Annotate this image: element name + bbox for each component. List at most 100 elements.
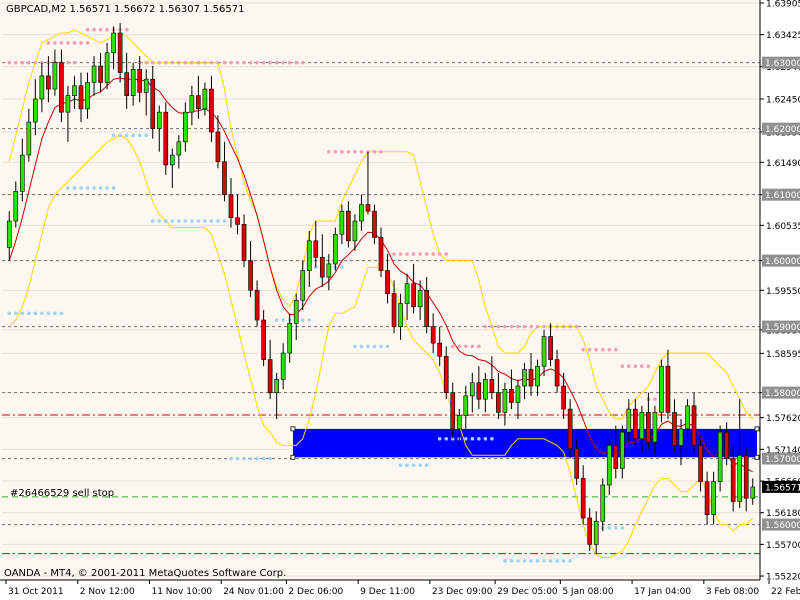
support-dot xyxy=(405,463,409,467)
bear-candle xyxy=(209,88,214,133)
resistance-dot xyxy=(568,324,572,329)
bear-candle xyxy=(743,454,749,499)
bull-candle xyxy=(404,283,410,304)
bull-candle xyxy=(91,65,97,83)
bull-candle xyxy=(300,270,306,301)
resistance-dot xyxy=(66,60,70,65)
resistance-dot xyxy=(418,252,422,256)
support-dot xyxy=(379,344,383,349)
resistance-dot xyxy=(53,41,57,45)
bull-candle xyxy=(483,379,488,400)
level-price-label: 1.56000 xyxy=(765,521,800,531)
support-dot xyxy=(222,219,227,223)
zone-handle xyxy=(290,426,296,432)
bear-candle xyxy=(574,448,579,479)
chart-window[interactable]: 1.639051.634251.629401.624501.619501.614… xyxy=(0,0,800,600)
resistance-dot xyxy=(170,60,175,65)
bear-candle xyxy=(672,412,677,446)
resistance-dot xyxy=(463,344,468,349)
resistance-dot xyxy=(627,364,631,369)
resistance-dot xyxy=(646,364,651,369)
bull-candle xyxy=(280,352,286,380)
resistance-dot xyxy=(144,60,149,65)
resistance-dot xyxy=(437,252,442,256)
support-dot xyxy=(620,526,625,530)
y-tick-label: 1.63425 xyxy=(766,31,800,41)
resistance-dot xyxy=(261,60,266,65)
bear-candle xyxy=(580,478,586,519)
x-tick-label: 31 Oct 2011 xyxy=(8,587,64,597)
support-dot xyxy=(137,133,142,138)
support-dot xyxy=(40,311,44,316)
bear-candle xyxy=(319,257,325,278)
bear-candle xyxy=(567,408,573,449)
resistance-dot xyxy=(633,364,638,369)
bull-candle xyxy=(659,365,664,413)
bull-candle xyxy=(85,82,90,110)
level-price-label: 1.58000 xyxy=(765,389,800,399)
support-dot xyxy=(144,133,149,138)
bear-candle xyxy=(554,359,560,387)
bear-candle xyxy=(509,389,514,403)
bull-candle xyxy=(6,220,12,248)
y-tick-label: 1.63905 xyxy=(766,0,800,9)
price-chart[interactable]: 1.639051.634251.629401.624501.619501.614… xyxy=(0,0,800,600)
symbol-info: GBPCAD,M2 1.56571 1.56672 1.56307 1.5657… xyxy=(6,4,245,15)
bull-candle xyxy=(359,204,364,222)
level-price-label: 1.63000 xyxy=(765,59,800,69)
resistance-dot xyxy=(66,41,70,45)
bear-candle xyxy=(633,408,638,440)
support-dot xyxy=(177,219,181,223)
bear-candle xyxy=(665,365,671,413)
bear-candle xyxy=(646,412,651,443)
bull-candle xyxy=(522,369,527,387)
resistance-dot xyxy=(392,252,396,256)
resistance-dot xyxy=(653,397,657,402)
bear-candle xyxy=(528,369,534,387)
bull-candle xyxy=(13,191,19,222)
zone-handle xyxy=(754,454,760,460)
support-dot xyxy=(353,344,357,349)
x-tick-label: 2 Dec 06:00 xyxy=(288,587,343,597)
resistance-dot xyxy=(105,27,109,32)
bear-candle xyxy=(443,356,449,393)
bull-candle xyxy=(469,382,475,397)
resistance-dot xyxy=(190,60,194,65)
resistance-dot xyxy=(444,252,449,256)
bull-candle xyxy=(326,263,332,278)
support-dot xyxy=(509,559,514,563)
bull-candle xyxy=(33,98,38,123)
bull-candle xyxy=(143,78,149,93)
resistance-dot xyxy=(509,324,514,329)
zone-handle xyxy=(290,454,296,460)
bear-candle xyxy=(267,359,273,393)
support-dot xyxy=(20,311,25,316)
bear-candle xyxy=(228,194,234,219)
bear-candle xyxy=(248,260,253,291)
support-dot xyxy=(613,526,618,530)
support-dot xyxy=(183,219,188,223)
level-price-label: 1.62000 xyxy=(765,125,800,135)
support-dot xyxy=(522,559,527,563)
bull-candle xyxy=(274,379,279,393)
resistance-dot xyxy=(333,149,338,154)
resistance-dot xyxy=(13,60,18,65)
bull-candle xyxy=(293,299,299,324)
support-dot xyxy=(548,559,553,563)
resistance-dot xyxy=(268,60,272,65)
bear-candle xyxy=(313,240,319,258)
y-axis-ticks: 1.639051.634251.629401.624501.619501.614… xyxy=(760,0,800,583)
x-tick-label: 22 Feb 07:00 xyxy=(771,587,800,597)
bear-candle xyxy=(235,217,240,225)
support-dot xyxy=(66,186,70,190)
supply-zone[interactable] xyxy=(290,426,760,460)
bear-candle xyxy=(613,445,619,469)
order-label[interactable]: #26466529 sell stop xyxy=(10,488,114,499)
support-dot xyxy=(53,311,57,316)
bull-candle xyxy=(639,412,645,440)
resistance-dot xyxy=(503,324,507,329)
resistance-dot xyxy=(346,149,351,154)
bear-candle xyxy=(365,204,371,212)
resistance-dot xyxy=(327,149,331,154)
resistance-dot xyxy=(98,27,103,32)
